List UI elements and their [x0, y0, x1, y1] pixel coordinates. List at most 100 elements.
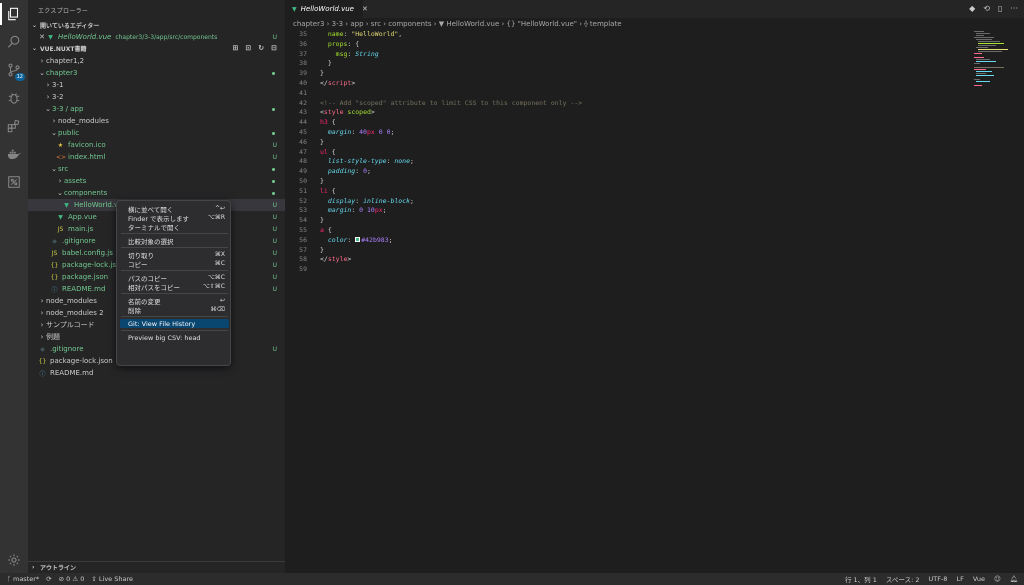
chevron-right-icon: › [40, 57, 44, 65]
breadcrumb[interactable]: chapter3 › 3-3 › app › src › components … [293, 20, 622, 28]
indentation[interactable]: スペース: 2 [886, 574, 920, 584]
new-folder-icon[interactable]: ⊡ [245, 44, 251, 52]
new-file-icon[interactable]: ⊞ [233, 44, 239, 52]
menu-item[interactable]: Git: View File History [120, 319, 229, 328]
branch-icon: ᚴ [7, 575, 11, 583]
tree-item-label: 3-2 [52, 93, 64, 101]
live-share-icon: ⇪ [91, 575, 97, 583]
collapse-all-icon[interactable]: ⊟ [271, 44, 277, 52]
outline-header[interactable]: › アウトライン [28, 561, 285, 573]
branch-indicator[interactable]: ᚴ master* [7, 575, 39, 583]
tree-item[interactable]: ⌄ src [28, 163, 285, 175]
files-icon[interactable] [0, 3, 22, 25]
open-editor-item[interactable]: ✕ ▼ HelloWorld.vue chapter3/3-3/app/src/… [28, 31, 285, 43]
encoding[interactable]: UTF-8 [929, 575, 948, 583]
menu-shortcut: ⌘C [214, 260, 225, 267]
context-menu: 横に並べて開く ^↩ Finder で表示します ⌥⌘R ターミナルで開く 比較対象の選択… [116, 200, 231, 366]
chevron-right-icon: › [40, 297, 44, 305]
md-file-icon: ⓘ [39, 370, 46, 378]
menu-item[interactable]: 比較対象の選択 [120, 236, 229, 246]
modified-dot [272, 107, 275, 111]
git-status-badge: U [272, 141, 277, 149]
workspace-header[interactable]: ⌄ VUE.NUXT書籍 ⊞ ⊡ ↻ ⊟ [28, 43, 285, 53]
chevron-right-icon: › [40, 333, 44, 341]
cursor-position[interactable]: 行 1、列 1 [845, 574, 877, 584]
line-number: 47 [299, 147, 307, 156]
code-line: } [320, 245, 324, 254]
menu-item[interactable]: コピー ⌘C [120, 259, 229, 269]
menu-item[interactable]: ターミナルで開く [120, 222, 229, 232]
menu-item[interactable]: Preview big CSV: head [120, 333, 229, 342]
tree-item-label: package-lock.json [50, 357, 113, 365]
tree-item[interactable]: ★ favicon.ico U [28, 139, 285, 151]
tree-item-label: .gitignore [50, 345, 84, 353]
menu-item-label: 削除 [128, 306, 141, 315]
tree-item[interactable]: ⌄ public [28, 127, 285, 139]
refresh-icon[interactable]: ↻ [258, 44, 264, 52]
chevron-down-icon: ⌄ [51, 165, 57, 173]
tree-item[interactable]: › node_modules [28, 115, 285, 127]
language-mode[interactable]: Vue [973, 575, 985, 583]
minimap[interactable] [972, 30, 1024, 100]
source-control-icon[interactable]: 12 [6, 62, 25, 81]
close-icon[interactable]: ✕ [38, 33, 46, 41]
menu-item-label: Preview big CSV: head [128, 333, 201, 342]
line-number: 58 [299, 255, 307, 264]
tree-item[interactable]: › chapter1,2 [28, 55, 285, 67]
docker-icon[interactable] [6, 146, 22, 162]
json-file-icon: {} [50, 273, 59, 281]
chevron-down-icon: ⌄ [45, 105, 51, 113]
menu-item-label: コピー [128, 260, 148, 269]
tab-helloworld-vue[interactable]: ▼ HelloWorld.vue ✕ [285, 0, 368, 18]
extensions-icon[interactable] [6, 118, 22, 134]
menu-item[interactable]: 削除 ⌘⌫ [120, 305, 229, 315]
menu-item[interactable]: 相対パスをコピー ⌥⇧⌘C [120, 282, 229, 292]
line-number: 35 [299, 30, 307, 38]
open-editors-header[interactable]: ⌄ 開いているエディター [28, 20, 285, 30]
menu-shortcut: ^↩ [214, 205, 225, 212]
tree-item-label: App.vue [68, 213, 97, 221]
feedback-icon[interactable]: ☺ [994, 575, 1001, 583]
line-number: 42 [299, 98, 307, 107]
tree-item[interactable]: ⓘ README.md [28, 367, 285, 379]
md-file-icon: ⓘ [51, 286, 58, 294]
line-number: 40 [299, 79, 307, 87]
sync-icon[interactable]: ⟳ [46, 575, 51, 583]
js-file-icon: JS [51, 249, 58, 257]
tree-item[interactable]: ⌄ 3-3 / app [28, 103, 285, 115]
tree-item-label: README.md [62, 285, 106, 293]
tree-item[interactable]: › assets [28, 175, 285, 187]
tree-item[interactable]: <> index.html U [28, 151, 285, 163]
end-of-line[interactable]: LF [956, 575, 963, 583]
line-number: 48 [299, 157, 307, 166]
remote-icon[interactable] [6, 174, 22, 190]
search-icon[interactable] [6, 34, 22, 50]
tree-item-label: favicon.ico [68, 141, 106, 149]
source-control-badge: 12 [14, 73, 25, 81]
git-compare-icon[interactable]: ◆ [969, 4, 975, 13]
problems-indicator[interactable]: ⊘ 0 ⚠ 0 [59, 575, 85, 583]
chevron-down-icon: ⌄ [51, 129, 57, 137]
menu-separator [121, 330, 228, 331]
gear-icon[interactable] [6, 552, 22, 568]
tree-item-label: package.json [62, 273, 109, 281]
js-file-icon: JS [57, 225, 64, 233]
chevron-right-icon: › [32, 564, 35, 571]
tree-item[interactable]: › 3-2 [28, 91, 285, 103]
split-editor-icon[interactable]: ▯ [998, 4, 1002, 13]
close-icon[interactable]: ✕ [362, 5, 368, 13]
code-line: } [320, 59, 332, 68]
git-status-badge: U [272, 249, 277, 257]
code-line: } [320, 177, 324, 185]
git-status-badge: U [272, 153, 277, 161]
code-line: margin: 0 10px; [327, 206, 387, 215]
tree-item[interactable]: ⌄ components [28, 187, 285, 199]
open-changes-icon[interactable]: ⟲ [983, 4, 990, 13]
tree-item[interactable]: › 3-1 [28, 79, 285, 91]
notifications-icon[interactable]: 🔔︎ [1010, 575, 1018, 583]
live-share-button[interactable]: ⇪ Live Share [91, 575, 133, 583]
json-file-icon: {} [50, 261, 59, 269]
debug-icon[interactable] [6, 90, 22, 106]
tree-item[interactable]: ⌄ chapter3 [28, 67, 285, 79]
more-actions-icon[interactable]: ··· [1010, 4, 1018, 13]
